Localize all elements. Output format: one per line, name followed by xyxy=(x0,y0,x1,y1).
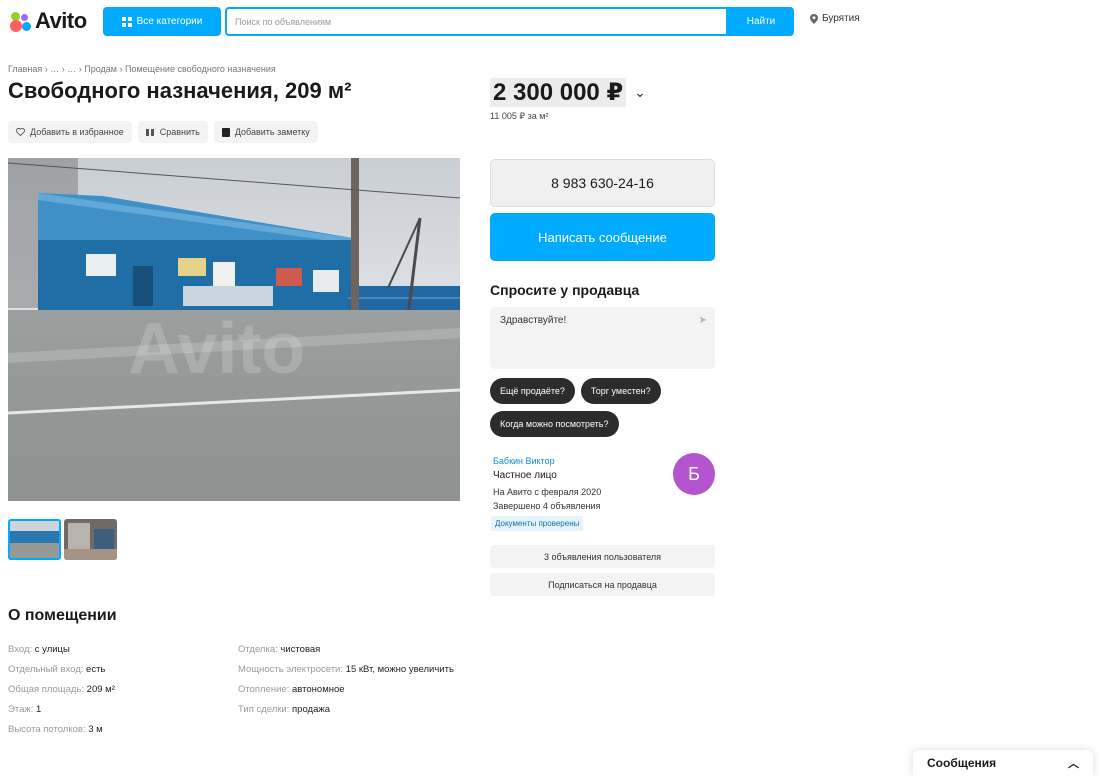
add-note-label: Добавить заметку xyxy=(234,127,310,137)
add-to-favorites-button[interactable]: Добавить в избранное xyxy=(8,121,132,143)
seller-name-link[interactable]: Бабкин Виктор xyxy=(493,456,555,466)
property-row: Отдельный вход: есть xyxy=(8,664,106,675)
subscribe-seller-button[interactable]: Подписаться на продавца xyxy=(490,573,715,596)
note-icon xyxy=(221,127,230,137)
compare-button[interactable]: Сравнить xyxy=(137,121,208,143)
header: Avito Все категории Поиск по объявлениям… xyxy=(0,0,1102,44)
documents-verified-badge: Документы проверены xyxy=(491,516,584,531)
phone-number-button[interactable]: 8 983 630-24-16 xyxy=(490,159,715,207)
ask-seller-input[interactable]: Здравствуйте! ➤ xyxy=(490,307,715,369)
region-label: Бурятия xyxy=(822,13,860,24)
logo-text: Avito xyxy=(35,8,87,33)
property-row: Отделка: чистовая xyxy=(238,644,321,655)
messages-panel-toggle[interactable]: Сообщения ︿ xyxy=(913,750,1093,776)
user-listings-button[interactable]: 3 объявления пользователя xyxy=(490,545,715,568)
photo-watermark: Avito xyxy=(128,309,306,389)
region-selector[interactable]: Бурятия xyxy=(810,13,860,24)
compare-label: Сравнить xyxy=(159,127,200,137)
property-row: Мощность электросети: 15 кВт, можно увел… xyxy=(238,664,454,675)
search-input[interactable]: Поиск по объявлениям xyxy=(225,7,728,36)
chevron-down-icon[interactable]: ⌄ xyxy=(634,84,646,101)
seller-type: Частное лицо xyxy=(493,470,557,481)
chevron-up-icon: ︿ xyxy=(1068,758,1079,770)
property-row: Тип сделки: продажа xyxy=(238,704,330,715)
quick-question-chip[interactable]: Ещё продаёте? xyxy=(490,378,575,404)
property-row: Вход: с улицы xyxy=(8,644,70,655)
breadcrumb[interactable]: Главная › … › … › Продам › Помещение сво… xyxy=(8,64,276,74)
property-row: Этаж: 1 xyxy=(8,704,42,715)
all-categories-button[interactable]: Все категории xyxy=(103,7,221,36)
property-row: Отопление: автономное xyxy=(238,684,345,695)
listing-photo[interactable]: Avito xyxy=(8,158,460,501)
messages-label: Сообщения xyxy=(927,756,997,770)
price-value: 2 300 000 ₽ xyxy=(490,78,627,107)
send-icon[interactable]: ➤ xyxy=(699,315,707,326)
listing-actions: Добавить в избранное Сравнить Добавить з… xyxy=(8,121,318,143)
thumbnail-1[interactable] xyxy=(8,519,61,560)
search-placeholder: Поиск по объявлениям xyxy=(235,16,332,27)
price: 2 300 000 ₽ ⌄ xyxy=(490,78,646,107)
ask-seller-title: Спросите у продавца xyxy=(490,282,640,298)
all-categories-label: Все категории xyxy=(136,16,203,27)
properties-right: Отделка: чистовая Мощность электросети: … xyxy=(238,640,468,720)
seller-since: На Авито с февраля 2020 xyxy=(493,487,602,497)
find-button[interactable]: Найти xyxy=(728,7,794,36)
property-row: Высота потолков: 3 м xyxy=(8,724,103,735)
properties-left: Вход: с улицы Отдельный вход: есть Общая… xyxy=(8,640,228,740)
avito-logo[interactable]: Avito xyxy=(10,6,87,36)
compare-icon xyxy=(145,128,154,136)
seller-avatar[interactable]: Б xyxy=(673,453,715,495)
location-pin-icon xyxy=(810,13,818,24)
heart-icon xyxy=(16,128,25,136)
about-section-title: О помещении xyxy=(8,607,117,624)
photo-thumbnails xyxy=(8,519,117,560)
ask-seller-text: Здравствуйте! xyxy=(500,315,567,326)
quick-questions: Ещё продаёте? Торг уместен? Когда можно … xyxy=(490,378,720,437)
price-per-square-meter: 11 005 ₽ за м² xyxy=(490,111,549,121)
seller-completed: Завершено 4 объявления xyxy=(493,501,601,511)
thumbnail-2[interactable] xyxy=(64,519,117,560)
quick-question-chip[interactable]: Когда можно посмотреть? xyxy=(490,411,619,437)
add-note-button[interactable]: Добавить заметку xyxy=(213,121,318,143)
quick-question-chip[interactable]: Торг уместен? xyxy=(580,378,661,404)
property-row: Общая площадь: 209 м² xyxy=(8,684,115,695)
logo-dots-icon xyxy=(10,10,32,32)
write-message-button[interactable]: Написать сообщение xyxy=(490,213,715,261)
listing-title: Свободного назначения, 209 м² xyxy=(8,78,352,103)
add-to-favorites-label: Добавить в избранное xyxy=(30,127,124,137)
categories-icon xyxy=(121,16,132,27)
